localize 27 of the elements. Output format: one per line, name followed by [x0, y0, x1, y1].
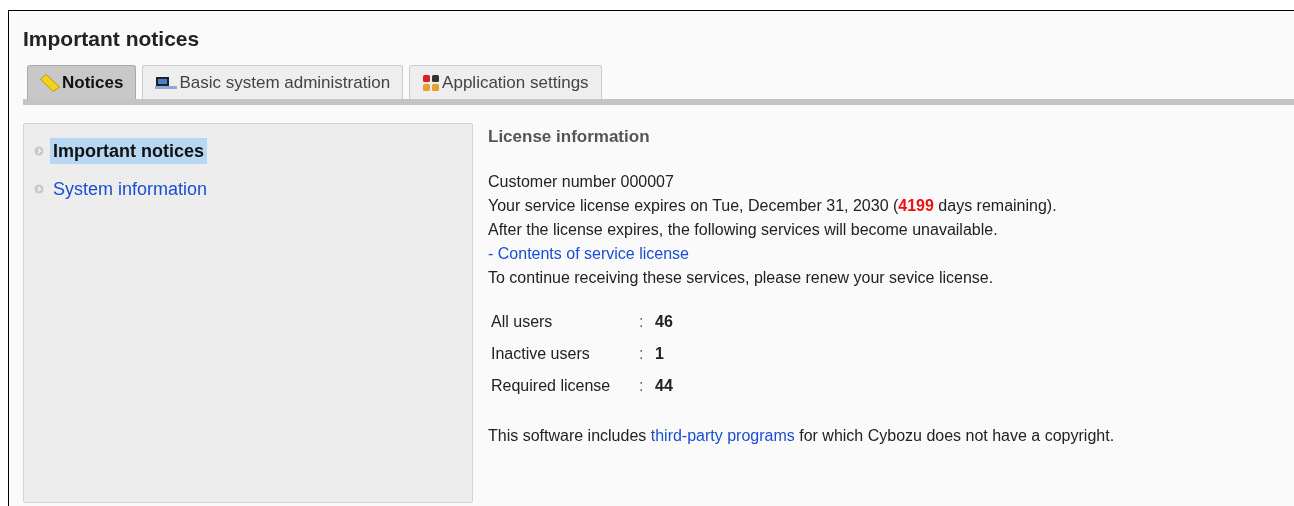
customer-number: Customer number 000007 — [488, 172, 675, 192]
apps-icon — [422, 73, 441, 92]
stat-value: 44 — [655, 376, 673, 396]
expiry-text: Your service license expires on Tue, December 31, 2030 (4199 days remaining). — [488, 196, 1058, 216]
sidebar-link[interactable]: Important notices — [50, 138, 207, 164]
tab[interactable]: Basic system administration — [142, 65, 404, 99]
stat-separator: : — [639, 344, 645, 364]
renew-text: To continue receiving these services, please renew your sevice license. — [488, 268, 995, 288]
page-title: Important notices — [23, 26, 201, 52]
stat-separator: : — [639, 376, 645, 396]
stat-value: 1 — [655, 344, 664, 364]
footer-text: This software includes third-party programs for which Cybozu does not have a copyright. — [488, 426, 1115, 446]
bullet-icon — [34, 184, 44, 194]
bullet-icon — [34, 146, 44, 156]
notice-text: After the license expires, the following services will become unavailable. — [488, 220, 999, 240]
section-heading: License information — [488, 126, 651, 148]
stat-separator: : — [639, 312, 645, 332]
third-party-link[interactable]: third-party programs — [650, 427, 795, 444]
tab[interactable]: Notices — [27, 65, 137, 99]
stat-label: Inactive users — [491, 344, 591, 364]
stat-label: Required license — [491, 376, 612, 396]
computer-icon — [155, 75, 178, 90]
stat-label: All users — [491, 312, 554, 332]
tab[interactable]: Application settings — [409, 65, 602, 99]
license-link[interactable]: - Contents of service license — [488, 242, 689, 266]
stat-value: 46 — [655, 312, 673, 332]
sidebar-link[interactable]: System information — [50, 176, 211, 202]
